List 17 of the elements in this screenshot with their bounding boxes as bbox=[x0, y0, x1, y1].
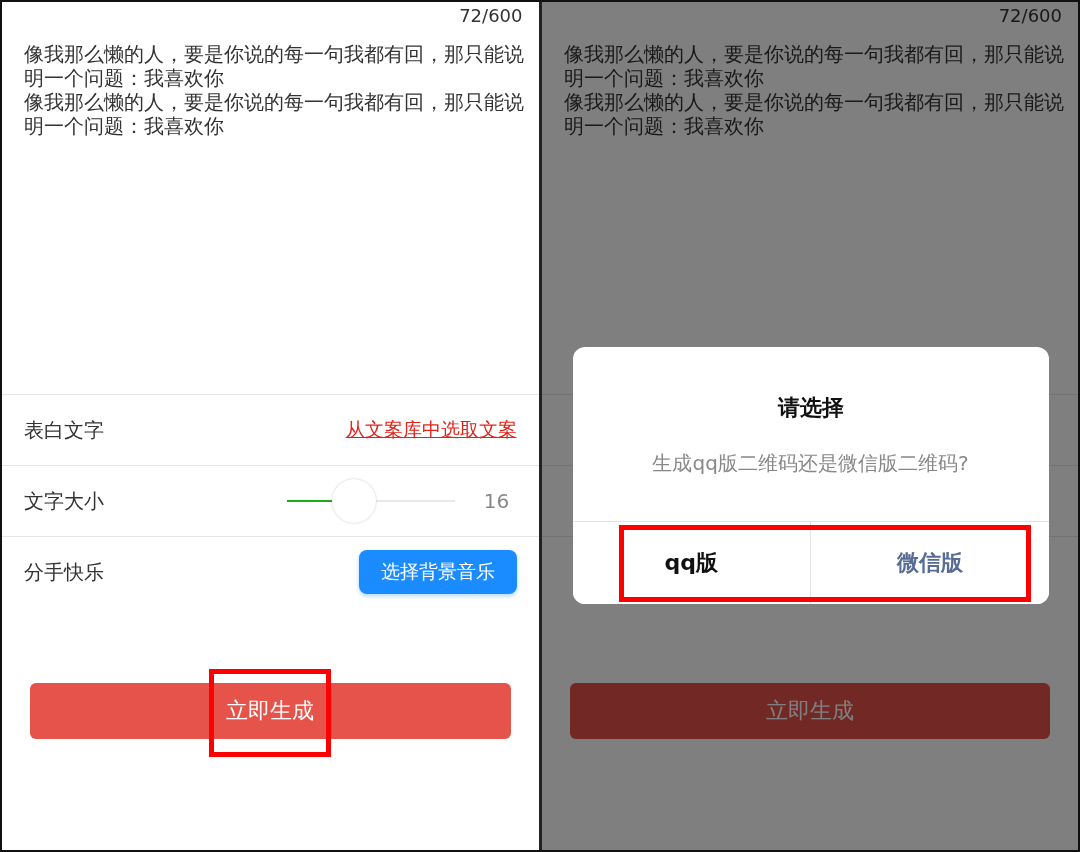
row-label: 文字大小 bbox=[24, 487, 105, 515]
generate-button[interactable]: 立即生成 bbox=[569, 683, 1050, 739]
generate-button[interactable]: 立即生成 bbox=[30, 683, 511, 739]
character-counter: 72/600 bbox=[459, 5, 523, 26]
slider-thumb[interactable] bbox=[331, 479, 376, 523]
message-text: 像我那么懒的人，要是你说的每一句我都有回，那只能说明一个问题：我喜欢你 bbox=[24, 43, 524, 91]
message-text: 像我那么懒的人，要是你说的每一句我都有回，那只能说明一个问题：我喜欢你 bbox=[563, 91, 1064, 139]
dialog-title: 请选择 bbox=[776, 394, 845, 422]
character-counter: 72/600 bbox=[998, 5, 1062, 26]
row-label: 表白文字 bbox=[24, 416, 105, 444]
slider-value: 16 bbox=[482, 489, 511, 513]
music-button[interactable]: 选择背景音乐 bbox=[358, 550, 517, 594]
dialog-message: 生成qq版二维码还是微信版二维码? bbox=[651, 450, 970, 477]
message-text: 像我那么懒的人，要是你说的每一句我都有回，那只能说明一个问题：我喜欢你 bbox=[24, 91, 524, 139]
message-text: 像我那么懒的人，要是你说的每一句我都有回，那只能说明一个问题：我喜欢你 bbox=[563, 43, 1064, 91]
copy-library-link[interactable]: 从文案库中选取文案 bbox=[345, 417, 517, 443]
row-label: 分手快乐 bbox=[24, 558, 105, 586]
